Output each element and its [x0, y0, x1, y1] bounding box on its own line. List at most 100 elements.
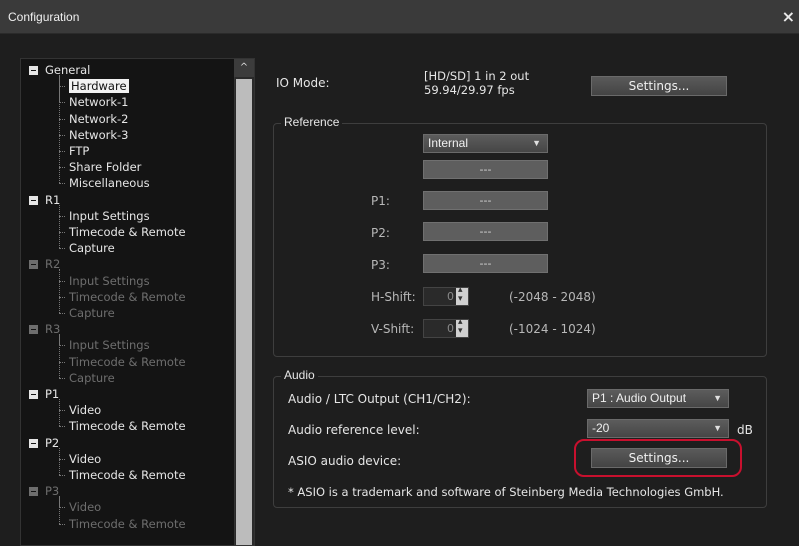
tree-item[interactable]: Network-1 — [69, 95, 128, 109]
io-mode-label: IO Mode: — [276, 76, 330, 90]
hshift-label: H-Shift: — [371, 290, 416, 304]
reference-source-select[interactable]: Internal ▼ — [423, 134, 548, 153]
tree-node-label: Capture — [69, 370, 115, 385]
tree-item[interactable]: Input Settings — [69, 209, 150, 223]
tree-connector — [59, 496, 60, 524]
tree-connector — [59, 269, 60, 313]
tree-node-label: Video — [69, 403, 102, 418]
stepper-arrows-icon[interactable] — [456, 285, 468, 305]
tree-connector — [59, 399, 60, 427]
collapse-icon[interactable] — [29, 390, 38, 399]
tree-connector — [59, 248, 65, 250]
tree-item[interactable]: Timecode & Remote — [69, 225, 186, 239]
tree-item[interactable]: Input Settings — [69, 338, 150, 352]
tree-item[interactable]: Capture — [69, 241, 115, 255]
close-icon[interactable]: × — [782, 7, 795, 26]
tree-node-label: Timecode & Remote — [69, 419, 186, 434]
audio-ref-level-label: Audio reference level: — [288, 423, 420, 437]
settings-tree: ^ General Hardware Network-1 Network-2 Netwo… — [20, 58, 255, 546]
tree-item[interactable]: Hardware — [69, 79, 129, 94]
collapse-icon[interactable] — [29, 195, 38, 205]
tree-node-label: P1 — [45, 387, 60, 401]
p1-label: P1: — [371, 194, 390, 208]
tree-item[interactable]: Network-2 — [69, 112, 128, 126]
tree-connector — [59, 204, 60, 249]
collapse-icon[interactable] — [29, 438, 38, 448]
chevron-down-icon: ▼ — [532, 138, 541, 148]
collapse-icon[interactable] — [29, 325, 38, 335]
io-mode-settings-button[interactable]: Settings... — [591, 76, 727, 96]
reference-source-field: --- — [423, 160, 548, 179]
tree-item[interactable]: Timecode & Remote — [69, 517, 186, 531]
scroll-up-icon[interactable]: ^ — [234, 59, 254, 77]
p3-label: P3: — [371, 258, 390, 272]
tree-item[interactable]: Video — [69, 403, 101, 417]
p2-label: P2: — [371, 226, 390, 240]
tree-item[interactable]: Timecode & Remote — [69, 290, 186, 304]
tree-group-node[interactable]: General — [45, 63, 90, 77]
io-mode-value-line1: [HD/SD] 1 in 2 out — [424, 69, 530, 83]
p1-field: --- — [423, 191, 548, 210]
ltc-output-label: Audio / LTC Output (CH1/CH2): — [288, 392, 471, 406]
p3-field: --- — [423, 254, 548, 273]
tree-node-label: Capture — [69, 241, 115, 256]
p2-field: --- — [423, 222, 548, 241]
tree-connector — [59, 313, 65, 314]
tree-node-label: Network-3 — [69, 127, 129, 142]
tree-group-node[interactable]: P2 — [45, 436, 59, 450]
tree-node-label: General — [45, 63, 91, 77]
tree-node-label: Input Settings — [69, 273, 150, 288]
tree-item[interactable]: Miscellaneous — [69, 176, 150, 190]
vshift-stepper[interactable]: 0 — [423, 317, 469, 338]
tree-group-node[interactable]: P1 — [45, 387, 59, 401]
scroll-thumb[interactable] — [236, 79, 252, 545]
tree-item[interactable]: Capture — [69, 306, 115, 320]
tree-item[interactable]: Video — [69, 500, 101, 514]
tree-node-label: Timecode & Remote — [69, 354, 186, 369]
chevron-down-icon: ▼ — [713, 423, 722, 433]
reference-group-title: Reference — [281, 115, 343, 129]
tree-item[interactable]: Share Folder — [69, 160, 141, 174]
tree-item[interactable]: Timecode & Remote — [69, 468, 186, 482]
hshift-stepper[interactable]: 0 — [423, 285, 469, 306]
ltc-output-select[interactable]: P1 : Audio Output ▼ — [587, 389, 729, 408]
audio-ref-level-select[interactable]: -20 ▼ — [587, 419, 729, 438]
tree-node-label: Network-2 — [69, 111, 129, 126]
stepper-arrows-icon[interactable] — [456, 317, 468, 337]
title-bar: Configuration × — [0, 0, 799, 34]
tree-group-node[interactable]: P3 — [45, 484, 59, 498]
asio-settings-button[interactable]: Settings... — [591, 448, 727, 468]
tree-item[interactable]: Video — [69, 452, 101, 466]
tree-item[interactable]: Network-3 — [69, 128, 128, 142]
tree-node-label: Hardware — [69, 79, 129, 94]
tree-node-label: Capture — [69, 306, 115, 320]
asio-device-label: ASIO audio device: — [288, 454, 402, 468]
tree-node-label: Miscellaneous — [69, 176, 150, 191]
tree-item[interactable]: Timecode & Remote — [69, 355, 186, 369]
hshift-range: (-2048 - 2048) — [509, 290, 596, 304]
tree-item[interactable]: Timecode & Remote — [69, 419, 186, 433]
collapse-icon[interactable] — [29, 260, 38, 270]
tree-node-label: Video — [69, 500, 102, 515]
vshift-range: (-1024 - 1024) — [509, 322, 596, 336]
tree-item[interactable]: Capture — [69, 371, 115, 385]
tree-item[interactable]: FTP — [69, 144, 89, 158]
tree-node-label: P2 — [45, 435, 60, 450]
tree-node-label: Input Settings — [69, 338, 150, 353]
collapse-icon[interactable] — [29, 66, 38, 75]
tree-node-label: Timecode & Remote — [69, 516, 186, 531]
vshift-value: 0 — [447, 322, 454, 335]
tree-node-label: Timecode & Remote — [69, 468, 186, 482]
audio-group-title: Audio — [281, 368, 318, 382]
tree-node-label: FTP — [69, 144, 90, 158]
configuration-dialog: ^ General Hardware Network-1 Network-2 Netwo… — [0, 34, 799, 546]
tree-item[interactable]: Input Settings — [69, 274, 150, 288]
collapse-icon[interactable] — [29, 487, 38, 497]
tree-scrollbar[interactable]: ^ — [234, 59, 254, 545]
tree-connector — [59, 183, 65, 185]
audio-ref-level-value: -20 — [592, 421, 610, 435]
tree-connector — [59, 475, 65, 476]
tree-connector — [59, 334, 60, 378]
tree-node-label: Timecode & Remote — [69, 289, 186, 304]
tree-connector — [59, 75, 60, 184]
